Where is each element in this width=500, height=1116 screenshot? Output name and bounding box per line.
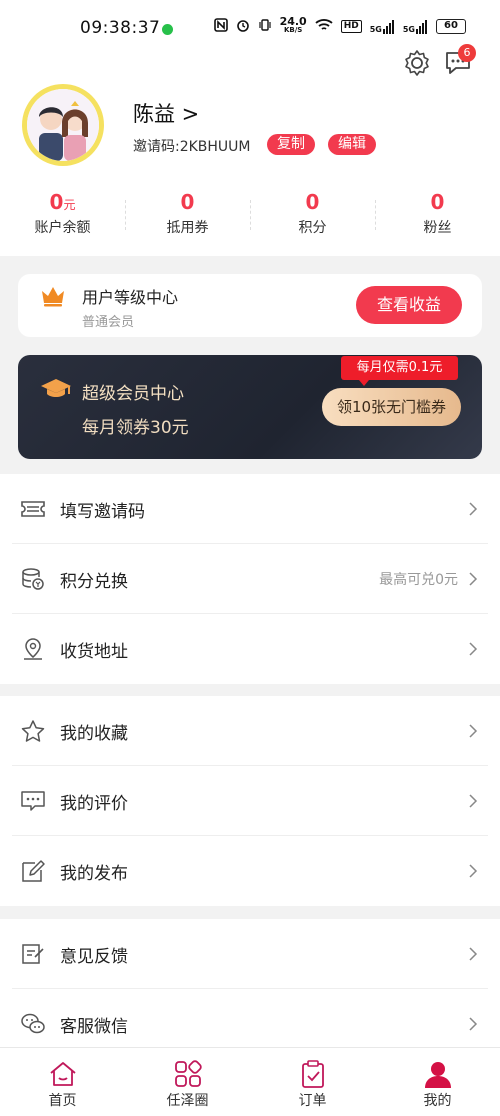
tab-circle[interactable]: 任泽圈 xyxy=(125,1048,250,1116)
menu-item-value: 最高可兑0元 xyxy=(379,572,458,588)
stat-balance-unit: 元 xyxy=(63,198,76,212)
menu-item-label: 积分兑换 xyxy=(60,572,128,592)
stat-balance[interactable]: 0元 账户余额 xyxy=(0,188,125,244)
signal-2-label: 5G xyxy=(402,25,415,34)
stat-balance-label: 账户余额 xyxy=(34,220,91,236)
stat-fans-value: 0 xyxy=(430,190,445,214)
vip-title: 超级会员中心 xyxy=(82,384,184,404)
stat-balance-value: 0 xyxy=(49,190,64,214)
avatar[interactable] xyxy=(22,84,104,166)
message-badge: 6 xyxy=(458,44,476,62)
stat-coupons-label: 抵用券 xyxy=(166,220,209,236)
stat-fans-label: 粉丝 xyxy=(423,220,452,236)
hd-icon: HD xyxy=(340,19,362,33)
menu-item-reviews[interactable]: 我的评价 xyxy=(12,766,488,836)
tab-mine[interactable]: 我的 xyxy=(375,1048,500,1116)
chevron-right-icon xyxy=(468,793,478,808)
claim-coupons-button[interactable]: 领10张无门槛券 xyxy=(322,388,461,426)
chevron-right-icon xyxy=(468,863,478,878)
edit-button[interactable]: 编辑 xyxy=(328,134,376,155)
status-time: 09:38:37 xyxy=(80,18,161,38)
location-pin-icon xyxy=(20,637,46,661)
chevron-right-icon xyxy=(468,723,478,738)
alarm-icon xyxy=(236,18,250,34)
tab-orders-label: 订单 xyxy=(298,1093,327,1109)
network-speed: 24.0 KB/S xyxy=(279,15,307,34)
wechat-icon xyxy=(20,1012,46,1036)
menu-item-invite-code[interactable]: 填写邀请码 xyxy=(12,474,488,544)
stat-points[interactable]: 0 积分 xyxy=(250,188,375,244)
apps-grid-icon xyxy=(174,1060,202,1087)
invite-code: 邀请码:2KBHUUM xyxy=(133,139,251,155)
user-name-link[interactable]: 陈益 > xyxy=(133,98,199,128)
settings-gear-icon[interactable] xyxy=(402,48,432,78)
network-speed-value: 24.0 xyxy=(279,15,307,28)
signal-5g-icon-2: 5G xyxy=(403,18,428,34)
graduation-cap-icon xyxy=(40,377,72,403)
avatar-image xyxy=(27,89,99,161)
menu-item-address[interactable]: 收货地址 xyxy=(12,614,488,684)
edit-pencil-icon xyxy=(20,859,46,883)
chevron-right-icon xyxy=(468,946,478,961)
comment-icon xyxy=(20,789,46,813)
menu-item-label: 意见反馈 xyxy=(60,947,128,967)
chevron-right-icon xyxy=(468,571,478,586)
menu-group-3: 意见反馈 客服微信 xyxy=(0,919,500,1059)
menu-item-label: 我的收藏 xyxy=(60,724,128,744)
signal-1-label: 5G xyxy=(369,25,382,34)
menu-group-1: 填写邀请码 积分兑换 最高可兑0元 收货地址 xyxy=(0,474,500,684)
bottom-tab-bar: 首页 任泽圈 订单 我的 xyxy=(0,1047,500,1116)
user-icon xyxy=(424,1062,451,1088)
feedback-icon xyxy=(20,942,46,966)
vibrate-icon xyxy=(258,18,272,34)
ticket-icon xyxy=(20,497,46,521)
tab-orders[interactable]: 订单 xyxy=(250,1048,375,1116)
menu-item-points-exchange[interactable]: 积分兑换 最高可兑0元 xyxy=(12,544,488,614)
tab-mine-label: 我的 xyxy=(423,1093,452,1109)
copy-button[interactable]: 复制 xyxy=(267,134,315,155)
chevron-right-icon xyxy=(468,1016,478,1031)
stat-coupons-value: 0 xyxy=(180,190,195,214)
crown-icon xyxy=(40,285,66,311)
account-stats: 0元 账户余额 0 抵用券 0 积分 0 粉丝 xyxy=(0,188,500,244)
vip-price-tag: 每月仅需0.1元 xyxy=(341,356,458,386)
user-level-card[interactable]: 用户等级中心 普通会员 查看收益 xyxy=(18,274,482,337)
menu-item-feedback[interactable]: 意见反馈 xyxy=(12,919,488,989)
level-subtitle: 普通会员 xyxy=(82,315,135,330)
wifi-icon xyxy=(315,18,333,34)
tab-home[interactable]: 首页 xyxy=(0,1048,125,1116)
coin-stack-icon xyxy=(20,567,46,591)
battery-icon: 60 xyxy=(436,18,466,34)
menu-item-label: 我的评价 xyxy=(60,794,128,814)
menu-item-label: 填写邀请码 xyxy=(60,502,145,522)
level-title: 用户等级中心 xyxy=(82,288,179,307)
signal-5g-icon-1: 5G xyxy=(370,18,395,34)
clipboard-check-icon xyxy=(301,1060,324,1088)
stat-points-value: 0 xyxy=(305,190,320,214)
chevron-right-icon xyxy=(468,501,478,516)
home-icon xyxy=(49,1062,76,1086)
tab-home-label: 首页 xyxy=(48,1093,77,1109)
status-icons: 24.0 KB/S HD 5G 5G 60 xyxy=(213,15,466,34)
menu-item-label: 收货地址 xyxy=(60,642,128,662)
super-vip-card[interactable]: 超级会员中心 每月领券30元 每月仅需0.1元 领10张无门槛券 xyxy=(18,355,482,459)
chevron-right-icon xyxy=(468,641,478,656)
tab-circle-label: 任泽圈 xyxy=(166,1093,209,1109)
vip-subtitle: 每月领券30元 xyxy=(82,418,189,438)
menu-item-favorites[interactable]: 我的收藏 xyxy=(12,696,488,766)
stat-points-label: 积分 xyxy=(298,220,327,236)
menu-group-2: 我的收藏 我的评价 我的发布 xyxy=(0,696,500,906)
wechat-notification-icon xyxy=(162,24,173,35)
menu-item-label: 客服微信 xyxy=(60,1017,128,1037)
nfc-icon xyxy=(213,18,228,34)
stat-fans[interactable]: 0 粉丝 xyxy=(375,188,500,244)
stat-coupons[interactable]: 0 抵用券 xyxy=(125,188,250,244)
star-icon xyxy=(20,719,46,743)
menu-item-posts[interactable]: 我的发布 xyxy=(12,836,488,906)
view-earnings-button[interactable]: 查看收益 xyxy=(356,286,462,324)
menu-item-label: 我的发布 xyxy=(60,864,128,884)
